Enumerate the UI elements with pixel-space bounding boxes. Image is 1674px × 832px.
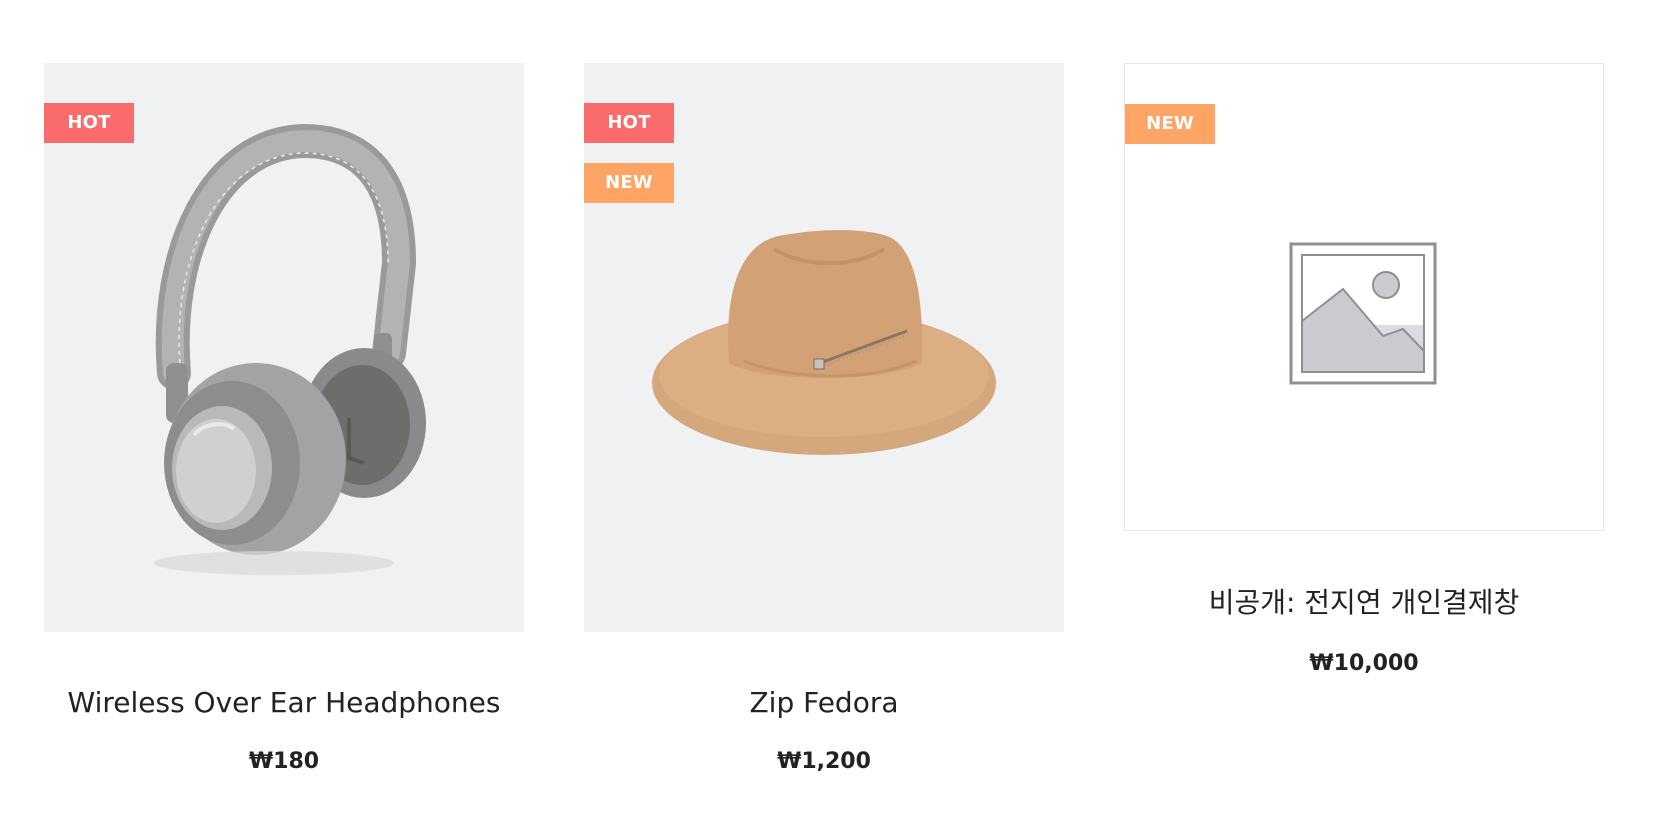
product-name[interactable]: Wireless Over Ear Headphones [68,686,501,719]
new-badge: NEW [1125,104,1215,144]
product-name[interactable]: Zip Fedora [749,686,898,719]
new-badge: NEW [584,163,674,203]
hot-badge: HOT [44,103,134,143]
product-price: ₩1,200 [777,749,871,774]
product-image-link[interactable]: HOT NEW [584,63,1064,632]
product-name[interactable]: 비공개: 전지연 개인결제창 [1209,581,1520,621]
product-price: ₩180 [248,749,320,774]
fedora-image [652,230,996,455]
product-image-link[interactable]: HOT [44,63,524,632]
product-price: ₩10,000 [1309,651,1419,676]
hot-badge: HOT [584,103,674,143]
product-grid: HOT Wireless Over Ear Headphones ₩180 HO… [44,63,1604,774]
product-card: HOT NEW Zip Fedora ₩1,200 [584,63,1064,774]
product-card: NEW 비공개: 전지연 개인결제창 ₩10,000 [1124,63,1604,676]
product-image-link[interactable]: NEW [1124,63,1604,531]
image-placeholder-icon [1289,242,1437,385]
headphones-image [154,123,426,575]
product-card: HOT Wireless Over Ear Headphones ₩180 [44,63,524,774]
